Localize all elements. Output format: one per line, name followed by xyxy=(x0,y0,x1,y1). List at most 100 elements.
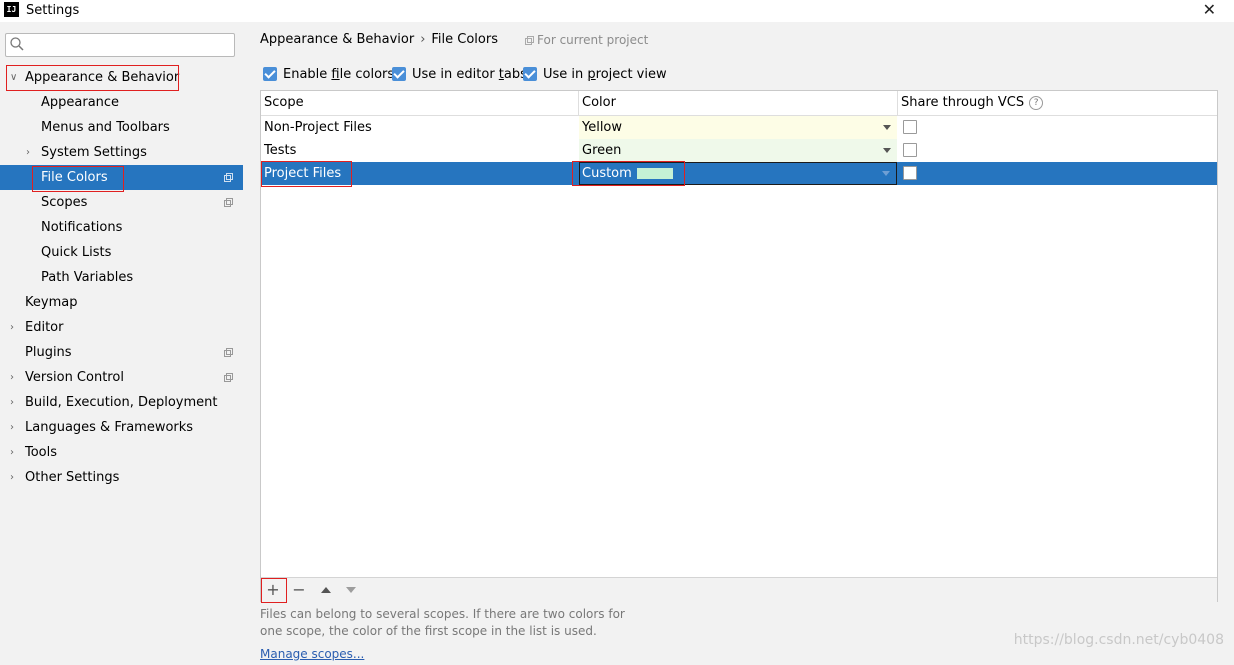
sidebar-item-quick-lists[interactable]: Quick Lists xyxy=(0,240,243,265)
table-row[interactable]: Non-Project Files Yellow xyxy=(261,116,1217,139)
breadcrumb-current: File Colors xyxy=(431,32,498,47)
sidebar-item-label: Build, Execution, Deployment xyxy=(25,395,218,410)
sidebar-item-label: Scopes xyxy=(41,195,88,210)
move-down-button[interactable] xyxy=(339,578,363,602)
sidebar-item-label: Other Settings xyxy=(25,470,120,485)
search-icon xyxy=(10,37,24,51)
sidebar-item-label: Languages & Frameworks xyxy=(25,420,194,435)
project-scope-label: For current project xyxy=(537,33,649,47)
table-header xyxy=(261,91,1217,116)
sidebar-item-label: Appearance xyxy=(41,95,120,110)
column-header-share-vcs[interactable]: Share through VCS? xyxy=(901,91,1044,116)
share-vcs-checkbox[interactable] xyxy=(903,166,917,180)
sidebar-item-label: Notifications xyxy=(41,220,123,235)
sidebar-item-label: Quick Lists xyxy=(41,245,112,260)
sidebar-item-menus-toolbars[interactable]: Menus and Toolbars xyxy=(0,115,243,140)
sidebar-item-version-control[interactable]: › Version Control xyxy=(0,365,243,390)
sidebar-item-label: Path Variables xyxy=(41,270,134,285)
sidebar-item-path-variables[interactable]: Path Variables xyxy=(0,265,243,290)
settings-sidebar: ∨ Appearance & Behavior Appearance Menus… xyxy=(0,22,243,665)
sidebar-item-label: Plugins xyxy=(25,345,72,360)
remove-button[interactable]: − xyxy=(287,578,311,602)
breadcrumb-separator: › xyxy=(420,32,426,47)
use-in-editor-tabs-checkbox[interactable]: Use in editor tabs xyxy=(392,65,527,83)
sidebar-item-file-colors[interactable]: File Colors xyxy=(0,165,243,190)
hint-text: Files can belong to several scopes. If t… xyxy=(260,607,625,638)
dropdown-arrow-icon xyxy=(882,171,890,176)
sidebar-item-label: Version Control xyxy=(25,370,124,385)
enable-file-colors-checkbox[interactable]: Enable file colors xyxy=(263,65,394,83)
table-row[interactable]: Project Files Custom xyxy=(261,162,1217,185)
dropdown-arrow-icon xyxy=(883,148,891,153)
checkbox-label: Use in editor tabs xyxy=(412,66,527,82)
checkbox-checked-icon[interactable] xyxy=(392,67,406,81)
color-dropdown[interactable]: Yellow xyxy=(579,116,897,139)
sidebar-item-label: Appearance & Behavior xyxy=(25,70,180,85)
sidebar-item-appearance[interactable]: Appearance xyxy=(0,90,243,115)
sidebar-item-label: System Settings xyxy=(41,145,147,160)
watermark-text: https://blog.csdn.net/cyb0408 xyxy=(1013,632,1224,648)
arrow-down-icon xyxy=(346,587,356,593)
copy-icon xyxy=(224,373,233,382)
scope-cell: Project Files xyxy=(264,166,342,181)
color-value: Custom xyxy=(582,162,673,185)
column-header-color[interactable]: Color xyxy=(582,91,616,116)
checkbox-checked-icon[interactable] xyxy=(523,67,537,81)
sidebar-item-scopes[interactable]: Scopes xyxy=(0,190,243,215)
breadcrumb-parent[interactable]: Appearance & Behavior xyxy=(260,32,414,47)
table-toolbar: + − xyxy=(261,577,1217,603)
copy-icon xyxy=(224,348,233,357)
sidebar-item-editor[interactable]: › Editor xyxy=(0,315,243,340)
chevron-right-icon: › xyxy=(10,322,14,333)
arrow-up-icon xyxy=(321,587,331,593)
sidebar-item-other-settings[interactable]: › Other Settings xyxy=(0,465,243,490)
checkbox-label: Use in project view xyxy=(543,66,667,82)
move-up-button[interactable] xyxy=(314,578,338,602)
sidebar-item-label: Tools xyxy=(25,445,58,460)
chevron-right-icon: › xyxy=(10,372,14,383)
add-button[interactable]: + xyxy=(261,578,285,602)
share-vcs-checkbox[interactable] xyxy=(903,120,917,134)
sidebar-item-build-execution-deployment[interactable]: › Build, Execution, Deployment xyxy=(0,390,243,415)
column-divider xyxy=(897,91,898,115)
chevron-right-icon: › xyxy=(10,397,14,408)
column-header-scope[interactable]: Scope xyxy=(264,91,304,116)
dropdown-arrow-icon xyxy=(883,125,891,130)
use-in-project-view-checkbox[interactable]: Use in project view xyxy=(523,65,667,83)
intellij-logo-icon: IJ xyxy=(4,2,19,17)
share-vcs-checkbox[interactable] xyxy=(903,143,917,157)
chevron-right-icon: › xyxy=(10,472,14,483)
sidebar-item-label: File Colors xyxy=(41,170,108,185)
file-colors-table: Scope Color Share through VCS? Non-Proje… xyxy=(260,90,1218,603)
help-icon[interactable]: ? xyxy=(1029,95,1044,110)
color-value: Green xyxy=(582,143,622,158)
sidebar-item-languages-frameworks[interactable]: › Languages & Frameworks xyxy=(0,415,243,440)
sidebar-item-label: Keymap xyxy=(25,295,78,310)
copy-icon xyxy=(224,198,233,207)
table-row[interactable]: Tests Green xyxy=(261,139,1217,162)
sidebar-item-label: Editor xyxy=(25,320,64,335)
scope-cell: Tests xyxy=(264,143,297,158)
file-colors-panel: Appearance & Behavior › File Colors For cu… xyxy=(243,22,1234,665)
copy-icon xyxy=(525,36,534,45)
sidebar-item-appearance-behavior[interactable]: ∨ Appearance & Behavior xyxy=(0,65,243,90)
project-scope-note: For current project xyxy=(525,33,648,47)
sidebar-item-label: Menus and Toolbars xyxy=(41,120,170,135)
sidebar-item-system-settings[interactable]: › System Settings xyxy=(0,140,243,165)
column-divider xyxy=(578,91,579,115)
search-input[interactable] xyxy=(5,33,235,57)
manage-scopes-link[interactable]: Manage scopes... xyxy=(260,647,364,661)
sidebar-item-plugins[interactable]: Plugins xyxy=(0,340,243,365)
color-swatch xyxy=(636,168,673,179)
chevron-right-icon: › xyxy=(10,422,14,433)
color-dropdown[interactable]: Custom xyxy=(579,162,897,185)
checkbox-checked-icon[interactable] xyxy=(263,67,277,81)
breadcrumb: Appearance & Behavior › File Colors xyxy=(260,32,498,47)
sidebar-item-notifications[interactable]: Notifications xyxy=(0,215,243,240)
sidebar-item-keymap[interactable]: Keymap xyxy=(0,290,243,315)
color-dropdown[interactable]: Green xyxy=(579,139,897,162)
chevron-right-icon: › xyxy=(10,447,14,458)
close-icon[interactable]: ✕ xyxy=(1203,0,1216,19)
chevron-right-icon: › xyxy=(26,147,30,158)
sidebar-item-tools[interactable]: › Tools xyxy=(0,440,243,465)
